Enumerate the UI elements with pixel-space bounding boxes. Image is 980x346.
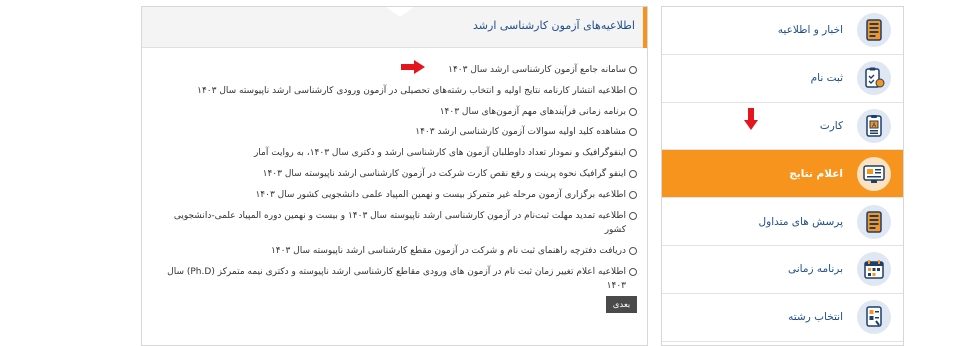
sidebar-item-news[interactable]: اخبار و اطلاعیه bbox=[662, 7, 903, 55]
announcement-item[interactable]: سامانه جامع آزمون کارشناسی ارشد سال ۱۴۰۳ bbox=[157, 63, 637, 78]
announcement-item[interactable]: اطلاعیه تمدید مهلت ثبت‌نام در آزمون کارش… bbox=[157, 209, 637, 238]
bullet-icon bbox=[629, 190, 637, 199]
clipboard-register-icon bbox=[857, 61, 891, 96]
faq-document-icon bbox=[857, 204, 891, 239]
announcement-text: دریافت دفترچه راهنمای ثبت نام و شرکت در … bbox=[270, 245, 626, 256]
bullet-icon bbox=[629, 246, 637, 255]
header-notch bbox=[386, 7, 414, 17]
sidebar: اخبار و اطلاعیه ثبت نام A کارت اعلام نتا… bbox=[661, 6, 904, 346]
sidebar-item-schedule[interactable]: برنامه زمانی bbox=[662, 246, 903, 294]
sidebar-item-label: پرسش های متداول bbox=[758, 215, 843, 228]
announcement-item[interactable]: برنامه زمانی فرآیندهای مهم آزمون‌های سال… bbox=[157, 105, 637, 120]
announcement-text: مشاهده کلید اولیه سوالات آزمون کارشناسی … bbox=[415, 127, 626, 138]
sidebar-item-field-selection[interactable]: انتخاب رشته bbox=[662, 294, 903, 342]
announcement-item[interactable]: اینفو گرافیک نحوه پرینت و رفع نقص کارت ش… bbox=[157, 167, 637, 182]
sidebar-item-results[interactable]: اعلام نتایج bbox=[662, 150, 903, 199]
announcement-item[interactable]: مشاهده کلید اولیه سوالات آزمون کارشناسی … bbox=[157, 125, 637, 140]
panel-title: اطلاعیه‌های آزمون کارشناسی ارشد bbox=[473, 19, 635, 32]
announcement-text: اطلاعیه انتشار کارنامه نتایج اولیه و انت… bbox=[197, 85, 626, 96]
calendar-icon bbox=[857, 252, 891, 287]
sidebar-item-label: کارت bbox=[819, 119, 843, 132]
sidebar-item-card[interactable]: A کارت bbox=[662, 103, 903, 151]
next-page-button[interactable]: بعدی bbox=[606, 296, 637, 313]
announcement-text: اینفو گرافیک نحوه پرینت و رفع نقص کارت ش… bbox=[262, 168, 626, 179]
sidebar-item-label: اخبار و اطلاعیه bbox=[777, 24, 843, 37]
sidebar-item-label: اعلام نتایج bbox=[789, 167, 843, 180]
announcement-item[interactable]: اینفوگرافیک و نمودار تعداد داوطلبان آزمو… bbox=[157, 146, 637, 161]
panel-header: اطلاعیه‌های آزمون کارشناسی ارشد bbox=[142, 7, 647, 48]
sidebar-item-label: برنامه زمانی bbox=[788, 263, 843, 276]
announcement-text: سامانه جامع آزمون کارشناسی ارشد سال ۱۴۰۳ bbox=[448, 65, 626, 75]
announcement-text: اطلاعیه اعلام تغییر زمان ثبت نام در آزمو… bbox=[167, 266, 626, 292]
bullet-icon bbox=[629, 86, 637, 95]
announcements-panel: اطلاعیه‌های آزمون کارشناسی ارشد سامانه ج… bbox=[141, 6, 648, 346]
announcement-item[interactable]: اطلاعیه برگزاری آزمون مرحله غیر متمرکز ب… bbox=[157, 188, 637, 203]
results-board-icon bbox=[857, 156, 891, 191]
announcement-text: اطلاعیه تمدید مهلت ثبت‌نام در آزمون کارش… bbox=[173, 210, 626, 236]
bullet-icon bbox=[629, 107, 637, 116]
sidebar-item-faq[interactable]: پرسش های متداول bbox=[662, 198, 903, 246]
bullet-icon bbox=[629, 267, 637, 276]
header-accent-bar bbox=[643, 7, 647, 48]
announcement-text: برنامه زمانی فرآیندهای مهم آزمون‌های سال… bbox=[439, 106, 626, 117]
bullet-icon bbox=[629, 128, 637, 137]
bullet-icon bbox=[629, 66, 637, 74]
sidebar-item-label: ثبت نام bbox=[810, 72, 843, 85]
announcement-text: اطلاعیه برگزاری آزمون مرحله غیر متمرکز ب… bbox=[255, 189, 626, 200]
bullet-icon bbox=[629, 211, 637, 220]
announcement-item[interactable]: دریافت دفترچه راهنمای ثبت نام و شرکت در … bbox=[157, 244, 637, 259]
news-icon bbox=[857, 13, 891, 48]
id-card-icon: A bbox=[857, 108, 891, 143]
red-arrow-down-icon bbox=[744, 108, 758, 130]
bullet-icon bbox=[629, 149, 637, 158]
announcement-item[interactable]: اطلاعیه انتشار کارنامه نتایج اولیه و انت… bbox=[157, 84, 637, 99]
sidebar-item-register[interactable]: ثبت نام bbox=[662, 55, 903, 103]
choose-field-icon bbox=[857, 300, 891, 335]
announcement-item[interactable]: اطلاعیه اعلام تغییر زمان ثبت نام در آزمو… bbox=[157, 265, 637, 294]
red-arrow-right-icon bbox=[401, 60, 425, 74]
announcement-text: اینفوگرافیک و نمودار تعداد داوطلبان آزمو… bbox=[253, 148, 626, 159]
sidebar-item-label: انتخاب رشته bbox=[788, 311, 843, 324]
bullet-icon bbox=[629, 169, 637, 178]
announcement-list: سامانه جامع آزمون کارشناسی ارشد سال ۱۴۰۳… bbox=[157, 63, 637, 300]
